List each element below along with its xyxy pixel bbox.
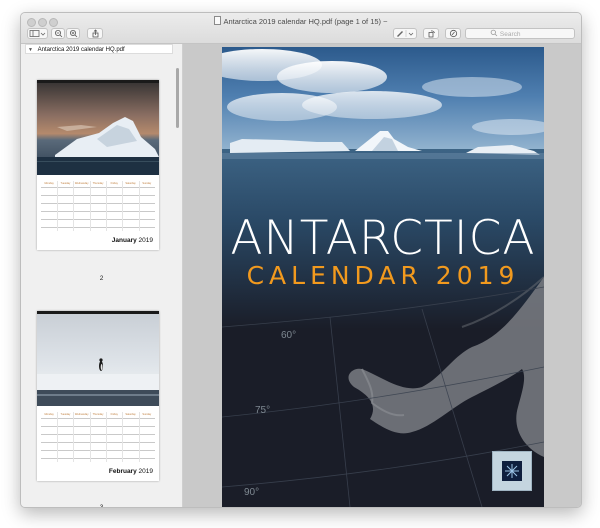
rotate-button[interactable] [423, 28, 439, 39]
sidebar-document-header[interactable]: ▼ Antarctica 2019 calendar HQ.pdf [25, 44, 173, 54]
month-label: February 2019 [108, 468, 153, 475]
page-number-label: 3 [99, 504, 104, 508]
annotate-icon [449, 29, 457, 38]
rotate-icon [428, 30, 435, 38]
share-icon [92, 29, 98, 38]
cover-subtitle: CALENDAR 2019 [246, 261, 520, 290]
snowflake-logo-icon [502, 461, 522, 481]
latitude-label: 75° [255, 405, 271, 416]
zoom-out-button[interactable] [51, 28, 65, 39]
window-title: Antarctica 2019 calendar HQ.pdf (page 1 … [21, 16, 581, 26]
sidebar-scrollbar[interactable] [176, 68, 179, 128]
page-thumbnail-3[interactable]: Monday Tuesday Wednesday Thursday Friday Satu… [37, 311, 159, 481]
logo-badge [492, 451, 532, 491]
cover-title: ANTARCTICA [230, 211, 536, 266]
month-label: January 2019 [111, 237, 153, 244]
weekday-header: Monday Tuesday Wednesday Thursday Friday Satu… [44, 413, 152, 416]
zoom-out-icon [54, 30, 62, 38]
page-number-label: 2 [99, 275, 104, 282]
sidebar-document-name: Antarctica 2019 calendar HQ.pdf [37, 47, 125, 53]
sidebar-toggle-button[interactable] [27, 28, 48, 39]
zoom-in-button[interactable] [66, 28, 80, 39]
pdf-document-icon [214, 16, 222, 25]
markup-button[interactable] [393, 28, 417, 39]
document-view[interactable]: ANTARCTICA CALENDAR 2019 60° 75° 90° [183, 44, 581, 507]
iceberg-photo [37, 83, 159, 175]
pen-icon [397, 30, 414, 37]
search-icon [490, 29, 498, 37]
page-thumbnail-2[interactable]: Monday Tuesday Wednesday Thursday Friday Satu… [37, 80, 159, 250]
thumbnail-sidebar[interactable]: ▼ Antarctica 2019 calendar HQ.pdf Monday… [21, 44, 183, 507]
search-field[interactable] [465, 28, 575, 39]
search-input[interactable] [499, 31, 550, 38]
calendar-grid: Monday Tuesday Wednesday Thursday Friday Satu… [41, 181, 155, 231]
penguin-photo [37, 314, 159, 406]
cover-page: ANTARCTICA CALENDAR 2019 60° 75° 90° [222, 47, 544, 507]
preview-window: Antarctica 2019 calendar HQ.pdf (page 1 … [20, 12, 582, 508]
titlebar: Antarctica 2019 calendar HQ.pdf (page 1 … [21, 13, 581, 44]
calendar-grid: Monday Tuesday Wednesday Thursday Friday Satu… [41, 412, 155, 462]
share-button[interactable] [87, 28, 103, 39]
weekday-header: Monday Tuesday Wednesday Thursday Friday Satu… [44, 182, 152, 185]
latitude-label: 60° [281, 330, 297, 341]
disclosure-triangle-icon[interactable]: ▼ [28, 47, 33, 53]
latitude-label: 90° [244, 487, 260, 498]
zoom-in-icon [69, 30, 77, 38]
sidebar-icon [29, 30, 46, 37]
annotate-button[interactable] [445, 28, 461, 39]
